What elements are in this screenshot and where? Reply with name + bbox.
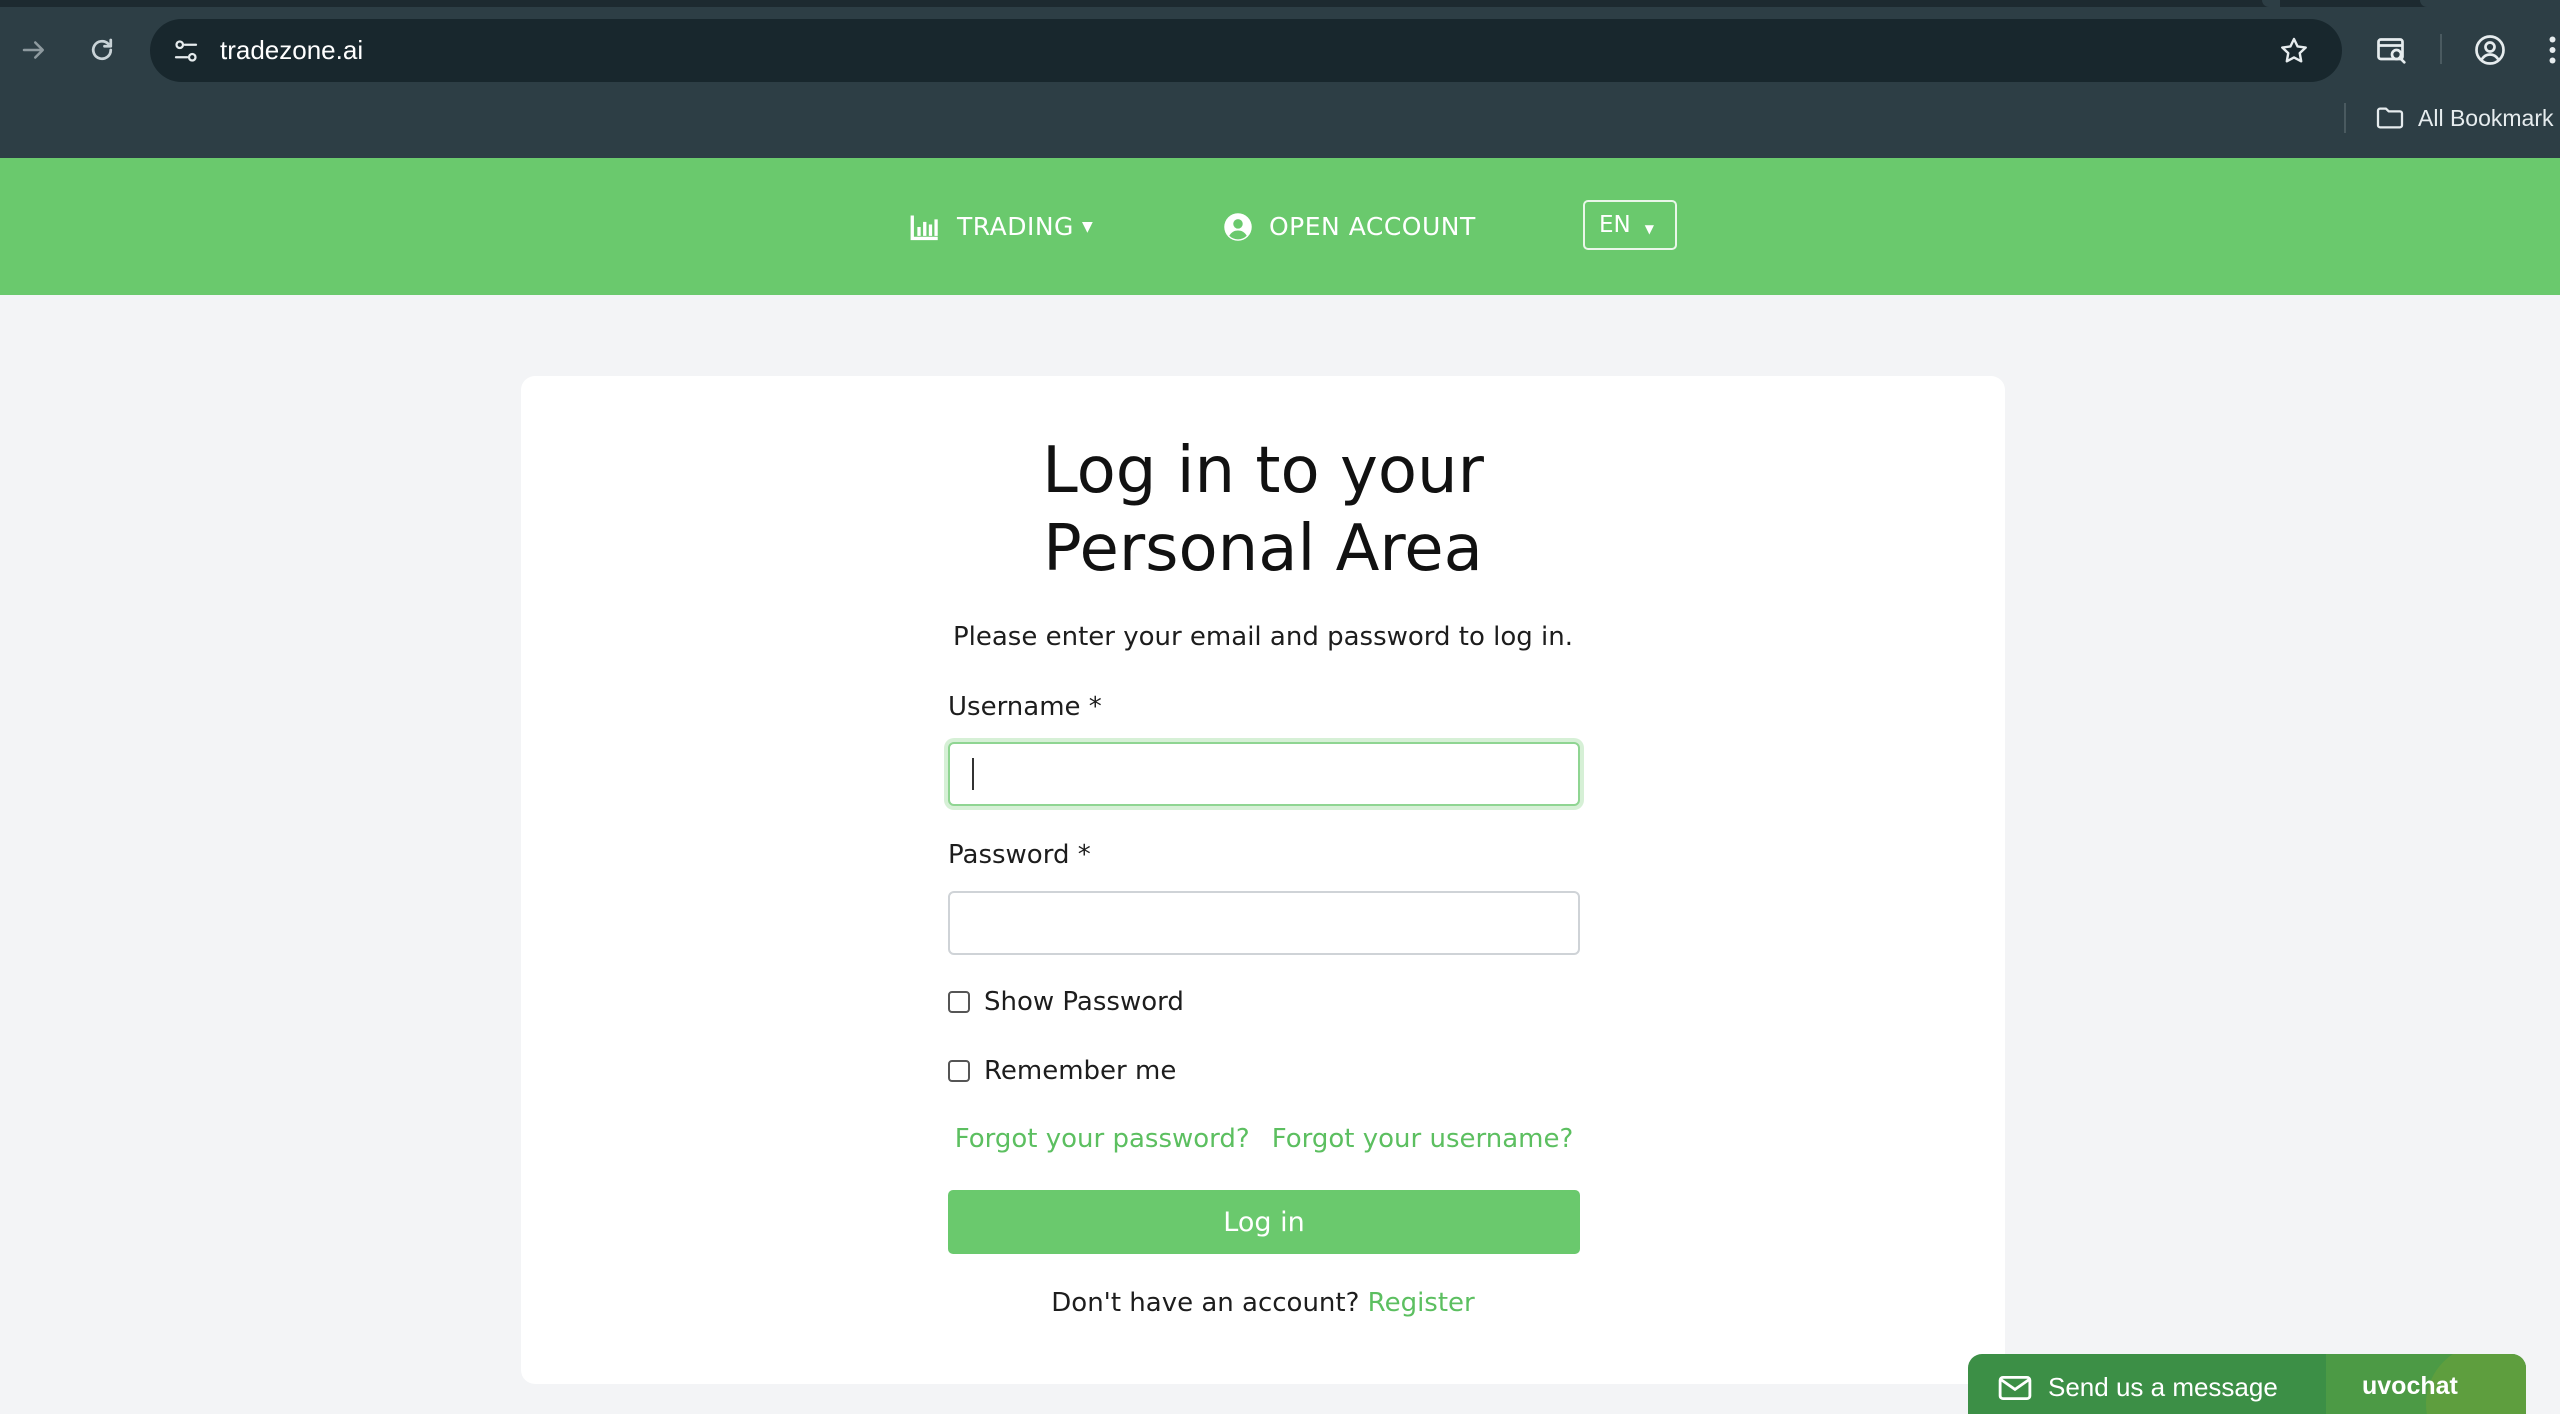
more-vertical-icon	[2549, 36, 2556, 64]
remember-me-row[interactable]: Remember me	[948, 1056, 1176, 1086]
nav-trading-label: TRADING	[957, 212, 1074, 241]
language-select[interactable]: EN ▼	[1583, 200, 1677, 250]
show-password-checkbox[interactable]	[948, 991, 970, 1013]
caret-down-icon: ▼	[1644, 222, 1654, 236]
login-button[interactable]: Log in	[948, 1190, 1580, 1254]
tune-icon	[174, 40, 198, 62]
tab-strip	[0, 0, 2560, 7]
forgot-username-link[interactable]: Forgot your username?	[1272, 1124, 1574, 1154]
login-card: Log in to your Personal Area Please ente…	[521, 376, 2005, 1384]
address-bar[interactable]: tradezone.ai	[150, 19, 2342, 82]
register-prompt: Don't have an account? Register	[521, 1288, 2005, 1318]
login-instructions: Please enter your email and password to …	[952, 622, 1574, 652]
all-bookmarks-label: All Bookmark	[2418, 104, 2554, 131]
caret-down-icon: ▼	[1081, 218, 1094, 235]
star-icon	[2281, 37, 2307, 63]
bookmark-star-button[interactable]	[2274, 31, 2314, 71]
password-label: Password *	[948, 840, 1091, 870]
nav-open-account[interactable]: OPEN ACCOUNT	[1223, 158, 1476, 295]
site-info-button[interactable]	[162, 27, 210, 75]
username-input[interactable]	[948, 742, 1580, 806]
language-value: EN	[1599, 212, 1631, 238]
send-message-button[interactable]: Send us a message	[1998, 1372, 2278, 1403]
user-circle-icon	[1224, 212, 1252, 241]
tab-strip-edge	[2262, 0, 2280, 7]
toolbar-separator	[2440, 34, 2442, 64]
remember-me-checkbox[interactable]	[948, 1060, 970, 1082]
chat-widget[interactable]: Send us a message uvochat	[1968, 1354, 2526, 1414]
show-password-row[interactable]: Show Password	[948, 987, 1184, 1017]
forgot-links: Forgot your password? Forgot your userna…	[948, 1124, 1580, 1154]
url-text[interactable]: tradezone.ai	[220, 19, 363, 82]
all-bookmarks-button[interactable]: All Bookmark	[2374, 100, 2553, 136]
nav-trading[interactable]: TRADING ▼	[909, 158, 1093, 295]
reload-icon	[91, 38, 113, 61]
forgot-password-link[interactable]: Forgot your password?	[955, 1124, 1250, 1154]
page-title-line-1: Log in to your	[1042, 434, 1484, 508]
remember-me-label[interactable]: Remember me	[984, 1056, 1176, 1086]
arrow-right-icon	[22, 41, 44, 59]
browser-chrome: tradezone.ai All Bookmark	[0, 0, 2560, 158]
tab-strip-edge	[2420, 0, 2560, 7]
register-link[interactable]: Register	[1368, 1288, 1475, 1318]
page-title: Log in to your Personal Area	[521, 432, 2005, 588]
username-label: Username *	[948, 692, 1102, 722]
tab-search-icon	[2377, 38, 2406, 64]
reload-button[interactable]	[74, 22, 130, 78]
tab-search-button[interactable]	[2370, 28, 2414, 72]
bar-chart-icon	[910, 215, 938, 240]
text-cursor	[972, 758, 974, 790]
no-account-text: Don't have an account?	[1051, 1288, 1360, 1318]
page-title-line-2: Personal Area	[1043, 512, 1483, 586]
browser-menu-button[interactable]	[2536, 28, 2560, 72]
forward-button[interactable]	[6, 22, 62, 78]
profile-button[interactable]	[2468, 28, 2512, 72]
bookmarks-separator	[2344, 103, 2346, 133]
nav-open-account-label: OPEN ACCOUNT	[1269, 212, 1476, 241]
send-message-label: Send us a message	[2048, 1372, 2278, 1402]
show-password-label[interactable]: Show Password	[984, 987, 1184, 1017]
site-header: TRADING ▼ OPEN ACCOUNT EN ▼	[0, 158, 2560, 295]
folder-icon	[2376, 107, 2404, 129]
password-input[interactable]	[948, 891, 1580, 955]
profile-icon	[2475, 35, 2505, 65]
